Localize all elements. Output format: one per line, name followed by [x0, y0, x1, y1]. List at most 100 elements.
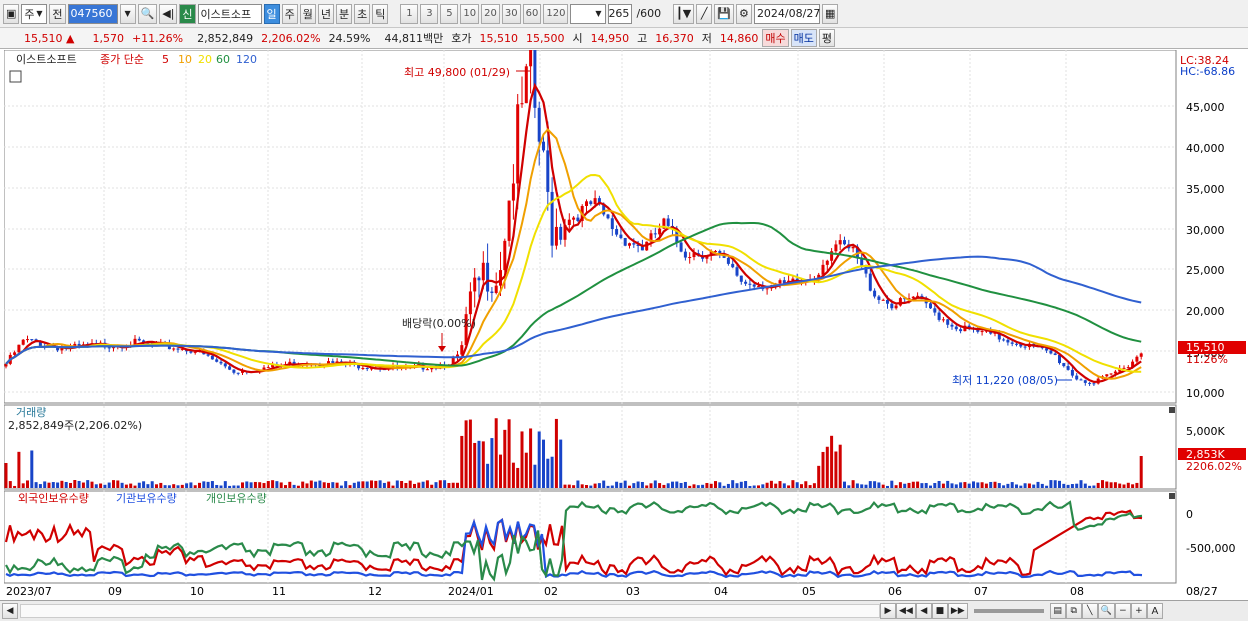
candle-type-icon[interactable]: ┃▼: [673, 3, 695, 24]
compare-icon[interactable]: ⧉: [1065, 603, 1082, 619]
holding-panel-close-icon[interactable]: [1169, 493, 1175, 499]
tab-second[interactable]: 초: [354, 3, 371, 24]
search-icon[interactable]: 🔍: [137, 3, 158, 24]
candle-body: [1092, 383, 1096, 385]
horizontal-scrollbar[interactable]: [20, 604, 880, 618]
candle-body: [468, 291, 472, 315]
minute-120[interactable]: 120: [543, 3, 569, 24]
minute-30[interactable]: 30: [501, 3, 521, 24]
candle-body: [726, 257, 730, 264]
volume-bar: [56, 482, 60, 488]
scroll-left-icon[interactable]: ◀: [2, 603, 18, 619]
draw-tool-icon[interactable]: ╱: [696, 3, 713, 24]
volume-bar: [172, 484, 176, 488]
candle-body: [1002, 339, 1006, 341]
stock-chart[interactable]: 이스트소프트 종가 단순 5 10 20 60 120 LC:38.24 HC:…: [3, 17, 1248, 602]
candle-body: [825, 260, 829, 265]
volume-bar: [137, 482, 141, 488]
tab-tick[interactable]: 틱: [372, 3, 389, 24]
buy-button[interactable]: 매수: [762, 29, 789, 47]
legend-institution: 기관보유수량: [116, 492, 177, 505]
legend-foreign: 외국인보유수량: [18, 492, 89, 505]
volume-bar: [378, 480, 382, 488]
volume-bar: [898, 482, 902, 488]
tab-year[interactable]: 년: [317, 3, 335, 24]
x-label-2024-01: 2024/01: [448, 585, 494, 598]
volume-bar: [266, 481, 270, 488]
minute-10[interactable]: 10: [460, 3, 480, 24]
candle-body: [236, 372, 240, 374]
candle-body: [473, 277, 477, 292]
candle-body: [894, 305, 898, 309]
candle-body: [1122, 367, 1126, 369]
zoom-in-icon[interactable]: +: [1130, 603, 1147, 619]
minute-60[interactable]: 60: [522, 3, 542, 24]
high-value: 16,370: [655, 31, 694, 45]
minute-3[interactable]: 3: [420, 3, 439, 24]
volume-bar: [279, 482, 283, 488]
volume-panel-close-icon[interactable]: [1169, 407, 1175, 413]
volume-bar: [563, 484, 567, 488]
zoom-out-icon[interactable]: −: [1114, 603, 1131, 619]
sell-button[interactable]: 매도: [790, 29, 817, 47]
candle-body: [520, 103, 524, 105]
period-code-select[interactable]: 주 ▼: [21, 3, 48, 24]
volume-bar: [112, 480, 115, 488]
volume-bar: [683, 481, 687, 488]
font-size-icon[interactable]: A: [1146, 603, 1163, 619]
chart-menu-icon[interactable]: ▣: [3, 3, 20, 24]
tab-week[interactable]: 주: [281, 3, 298, 24]
volume-bar: [679, 482, 683, 488]
volume-bar: [774, 483, 778, 488]
calendar-icon[interactable]: ▦: [821, 3, 839, 24]
tab-minute[interactable]: 분: [336, 3, 353, 24]
stock-code-input[interactable]: 047560: [67, 3, 118, 24]
date-input[interactable]: 2024/08/27: [753, 3, 820, 24]
nav-rewind-icon[interactable]: ◀◀: [896, 603, 916, 619]
zoom-slider[interactable]: [973, 609, 1044, 613]
dividend-annotation: 배당락(0.00%): [402, 317, 476, 330]
chart-area[interactable]: 이스트소프트 종가 단순 5 10 20 60 120 LC:38.24 HC:…: [3, 17, 1248, 602]
stock-name-field[interactable]: 이스트소프: [197, 3, 262, 24]
candle-body: [567, 219, 571, 226]
volume-bar: [486, 463, 490, 488]
nav-forward-icon[interactable]: ▶▶: [947, 603, 968, 619]
volume-bar: [696, 485, 700, 488]
volume-bar: [103, 484, 107, 488]
candle-body: [834, 244, 838, 252]
table-icon[interactable]: [9, 70, 22, 83]
candle-body: [610, 218, 614, 230]
volume-bar: [714, 481, 717, 488]
volume-bar: [262, 483, 266, 488]
search-zoom-icon[interactable]: 🔍: [1097, 603, 1115, 619]
avg-button[interactable]: 평: [818, 29, 835, 47]
code-dropdown-icon[interactable]: ▼: [119, 3, 136, 24]
count-input[interactable]: 265: [608, 3, 633, 24]
nav-play-icon[interactable]: ▶: [880, 603, 896, 619]
volume-bar: [554, 418, 558, 488]
nav-back-icon[interactable]: ◀: [915, 603, 932, 619]
prev-button[interactable]: 전: [49, 3, 66, 24]
volume-bar: [155, 484, 158, 488]
tab-month[interactable]: 월: [299, 3, 316, 24]
volume-bar: [206, 481, 210, 488]
layout-icon[interactable]: ▤: [1049, 603, 1066, 619]
volume-bar: [314, 481, 318, 488]
nav-stop-icon[interactable]: ■: [931, 603, 948, 619]
candle-body: [937, 312, 941, 320]
tab-day[interactable]: 일: [263, 3, 280, 24]
volume-bar: [1049, 480, 1053, 488]
volume-bar: [258, 482, 262, 488]
gear-icon[interactable]: ⚙: [735, 3, 752, 24]
save-icon[interactable]: 💾: [714, 3, 734, 24]
minute-1[interactable]: 1: [400, 3, 419, 24]
x-label-11: 11: [272, 585, 286, 598]
candle-body: [748, 283, 752, 285]
x-label-07: 07: [974, 585, 988, 598]
interval-select[interactable]: ▼: [570, 3, 607, 24]
trend-icon[interactable]: ╲: [1081, 603, 1098, 619]
speaker-icon[interactable]: ◀|: [159, 3, 178, 24]
minute-5[interactable]: 5: [440, 3, 459, 24]
minute-20[interactable]: 20: [481, 3, 500, 24]
volume-bar: [825, 446, 829, 488]
